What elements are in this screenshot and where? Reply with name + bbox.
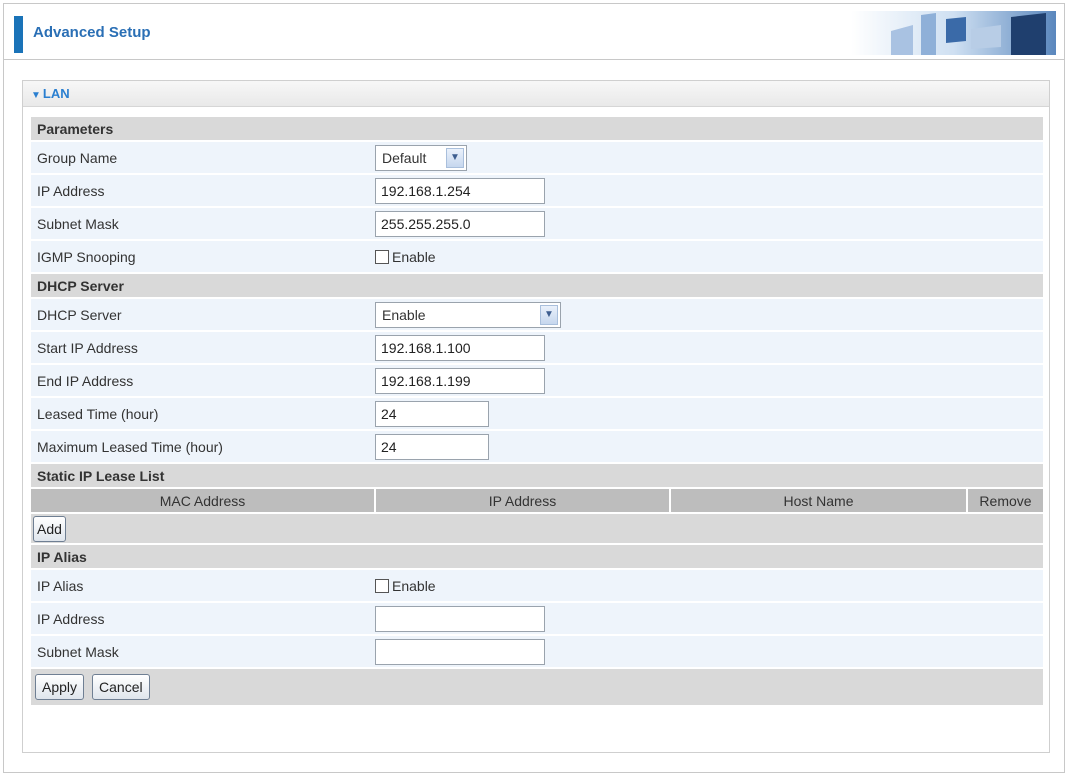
field-label: IGMP Snooping bbox=[37, 248, 136, 265]
dhcp-server-select[interactable]: Enable ▼ bbox=[375, 301, 561, 328]
field-label: Subnet Mask bbox=[37, 215, 119, 232]
page-frame: Advanced Setup ▼ LAN Parameters Group Na… bbox=[3, 3, 1065, 773]
field-label: Maximum Leased Time (hour) bbox=[37, 438, 223, 455]
row-start-ip: Start IP Address bbox=[31, 332, 1043, 365]
apply-button[interactable]: Apply bbox=[35, 674, 85, 700]
column-header: MAC Address bbox=[31, 489, 376, 512]
field-label: DHCP Server bbox=[37, 306, 122, 323]
page-header: Advanced Setup bbox=[4, 4, 1064, 60]
field-label: Subnet Mask bbox=[37, 643, 119, 660]
column-header: Remove bbox=[979, 492, 1032, 509]
row-alias-subnet-mask: Subnet Mask bbox=[31, 636, 1043, 669]
cancel-button[interactable]: Cancel bbox=[92, 674, 150, 700]
section-label: Parameters bbox=[37, 120, 114, 137]
leased-time-input[interactable] bbox=[375, 400, 489, 427]
checkbox-label: Enable bbox=[392, 248, 436, 265]
lease-actions-row: Add bbox=[31, 514, 1043, 545]
field-label: IP Address bbox=[37, 610, 105, 627]
collapse-triangle-icon: ▼ bbox=[31, 90, 41, 101]
chevron-down-icon: ▼ bbox=[446, 147, 464, 168]
row-alias-ip-address: IP Address bbox=[31, 603, 1043, 636]
header-accent-bar bbox=[14, 16, 23, 53]
ip-alias-checkbox[interactable] bbox=[375, 578, 389, 593]
column-header: Host Name bbox=[671, 489, 968, 512]
row-max-leased-time: Maximum Leased Time (hour) bbox=[31, 431, 1043, 464]
lease-table-header: MAC Address IP Address Host Name Remove bbox=[31, 489, 1043, 514]
subnet-mask-input[interactable] bbox=[375, 210, 545, 237]
alias-subnet-mask-input[interactable] bbox=[375, 638, 545, 665]
panel-title: LAN bbox=[42, 86, 70, 101]
section-static-ip-lease-list: Static IP Lease List bbox=[31, 464, 1043, 489]
select-value: Default bbox=[382, 149, 427, 166]
section-label: DHCP Server bbox=[37, 277, 124, 294]
add-button[interactable]: Add bbox=[33, 515, 66, 542]
section-dhcp-server: DHCP Server bbox=[31, 274, 1043, 299]
checkbox-label: Enable bbox=[392, 577, 436, 594]
column-header: IP Address bbox=[376, 489, 671, 512]
start-ip-input[interactable] bbox=[375, 334, 545, 361]
section-label: IP Alias bbox=[37, 548, 87, 565]
row-ip-address: IP Address bbox=[31, 175, 1043, 208]
section-ip-alias: IP Alias bbox=[31, 545, 1043, 570]
section-label: Static IP Lease List bbox=[37, 467, 165, 484]
row-end-ip: End IP Address bbox=[31, 365, 1043, 398]
field-label: Start IP Address bbox=[37, 339, 138, 356]
row-igmp-snooping: IGMP Snooping Enable bbox=[31, 241, 1043, 274]
field-label: Leased Time (hour) bbox=[37, 405, 159, 422]
max-leased-time-input[interactable] bbox=[375, 433, 489, 460]
field-label: Group Name bbox=[37, 149, 118, 166]
section-parameters: Parameters bbox=[31, 117, 1043, 142]
form-actions-row: Apply Cancel bbox=[31, 669, 1043, 707]
igmp-snooping-checkbox[interactable] bbox=[375, 249, 389, 264]
ip-address-input[interactable] bbox=[375, 177, 545, 204]
end-ip-input[interactable] bbox=[375, 367, 545, 394]
row-ip-alias: IP Alias Enable bbox=[31, 570, 1043, 603]
chevron-down-icon: ▼ bbox=[540, 304, 558, 325]
lan-panel-header[interactable]: ▼ LAN bbox=[23, 81, 1049, 107]
row-dhcp-server: DHCP Server Enable ▼ bbox=[31, 299, 1043, 332]
field-label: IP Address bbox=[37, 182, 105, 199]
group-name-select[interactable]: Default ▼ bbox=[375, 144, 467, 171]
field-label: End IP Address bbox=[37, 372, 134, 389]
row-subnet-mask: Subnet Mask bbox=[31, 208, 1043, 241]
field-label: IP Alias bbox=[37, 577, 84, 594]
lan-settings-form: Parameters Group Name Default ▼ IP Addre… bbox=[31, 117, 1043, 707]
page-title: Advanced Setup bbox=[33, 24, 151, 41]
row-group-name: Group Name Default ▼ bbox=[31, 142, 1043, 175]
row-leased-time: Leased Time (hour) bbox=[31, 398, 1043, 431]
header-banner-image bbox=[851, 11, 1056, 55]
alias-ip-address-input[interactable] bbox=[375, 605, 545, 632]
select-value: Enable bbox=[382, 306, 426, 323]
lan-panel: ▼ LAN Parameters Group Name Default ▼ IP … bbox=[22, 80, 1050, 753]
